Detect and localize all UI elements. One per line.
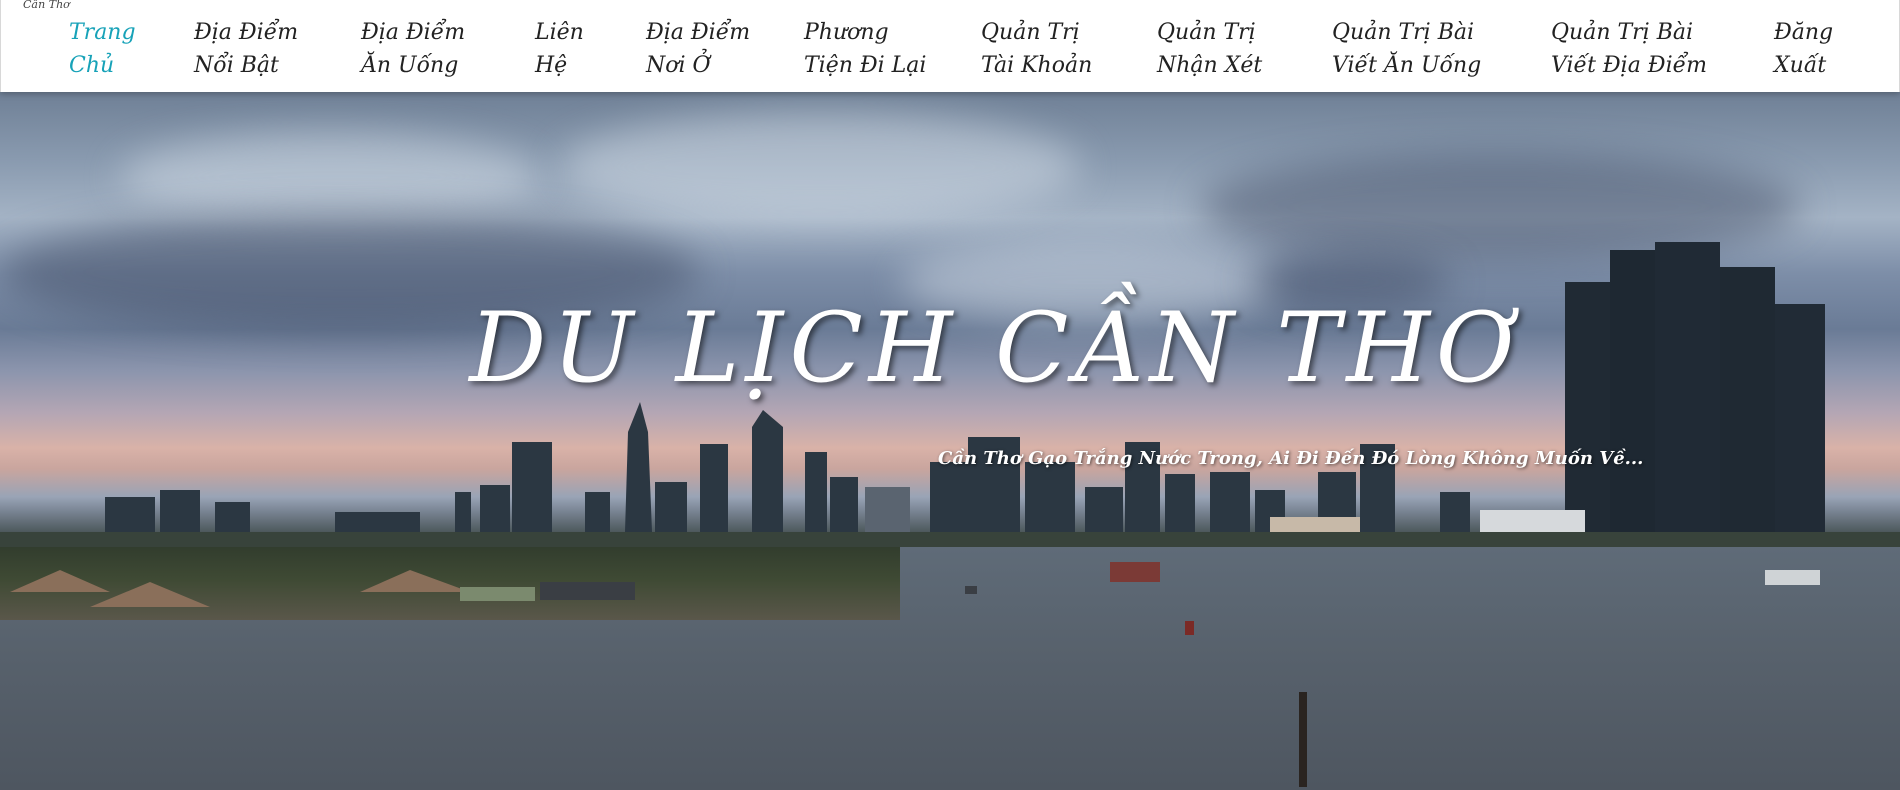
nav-item-label-line2: Tài Khoản bbox=[981, 53, 1093, 78]
nav-item-label-line2: Viết Ăn Uống bbox=[1332, 53, 1482, 78]
hero-banner: DU LỊCH CẦN THƠ Cần Thơ Gạo Trắng Nước T… bbox=[0, 92, 1900, 790]
boat bbox=[460, 587, 535, 601]
nav-item-label-line1: Trang bbox=[69, 20, 136, 45]
building bbox=[215, 502, 250, 532]
hero-title: DU LỊCH CẦN THƠ bbox=[469, 292, 1521, 404]
buoy bbox=[1185, 621, 1194, 635]
nav-item-label-line1: Phương bbox=[804, 20, 889, 45]
sand-pile bbox=[10, 570, 110, 592]
building bbox=[805, 452, 827, 536]
nav-item-dia-diem-noi-o[interactable]: Địa Điểm Nơi Ở bbox=[646, 16, 750, 82]
nav-item-label-line1: Quản Trị bbox=[1157, 20, 1256, 45]
building bbox=[865, 487, 910, 537]
nav-item-quan-tri-nhan-xet[interactable]: Quản Trị Nhận Xét bbox=[1157, 16, 1262, 82]
nav-item-label-line2: Tiện Đi Lại bbox=[804, 53, 927, 78]
nav-item-quan-tri-bai-viet-an-uong[interactable]: Quản Trị Bài Viết Ăn Uống bbox=[1332, 16, 1481, 82]
building bbox=[480, 485, 510, 535]
building bbox=[455, 492, 471, 534]
nav-item-phuong-tien-di-lai[interactable]: Phương Tiện Đi Lại bbox=[804, 16, 926, 82]
nav-item-label-line1: Quản Trị Bài bbox=[1551, 20, 1694, 45]
nav-item-label-line1: Quản Trị bbox=[981, 20, 1080, 45]
nav-item-label-line2: Nổi Bật bbox=[194, 53, 279, 78]
nav-item-quan-tri-bai-viet-dia-diem[interactable]: Quản Trị Bài Viết Địa Điểm bbox=[1551, 16, 1707, 82]
nav-item-label-line1: Địa Điểm bbox=[361, 20, 466, 45]
pole bbox=[1299, 692, 1307, 787]
tree-line bbox=[0, 532, 1900, 547]
boat bbox=[1110, 562, 1160, 582]
tower-bitexco bbox=[625, 402, 652, 532]
nav-item-label-line2: Nơi Ở bbox=[646, 53, 711, 78]
nav-item-lien-he[interactable]: Liên Hệ bbox=[535, 16, 584, 82]
building bbox=[1085, 487, 1123, 537]
site-logo-text[interactable]: Cần Thơ bbox=[23, 0, 70, 10]
building bbox=[105, 497, 155, 532]
building bbox=[160, 490, 200, 532]
sand-pile bbox=[360, 570, 470, 592]
hero-subtitle: Cần Thơ Gạo Trắng Nước Trong, Ai Đi Đến … bbox=[938, 448, 1644, 469]
building bbox=[700, 444, 728, 536]
building bbox=[1165, 474, 1195, 537]
nav-item-label-line1: Địa Điểm bbox=[646, 20, 751, 45]
nav-item-dang-xuat[interactable]: Đăng Xuất bbox=[1774, 16, 1833, 82]
nav-item-trang-chu[interactable]: Trang Chủ bbox=[69, 16, 136, 82]
nav-item-label-line2: Ăn Uống bbox=[361, 53, 459, 78]
building bbox=[585, 492, 610, 535]
nav-item-dia-diem-noi-bat[interactable]: Địa Điểm Nổi Bật bbox=[194, 16, 298, 82]
sand-pile bbox=[90, 582, 210, 607]
nav-item-label-line1: Liên bbox=[535, 20, 584, 45]
nav-item-label-line1: Đăng bbox=[1774, 20, 1834, 45]
boat bbox=[965, 586, 977, 594]
nav-item-dia-diem-an-uong[interactable]: Địa Điểm Ăn Uống bbox=[361, 16, 465, 82]
nav-item-label-line2: Viết Địa Điểm bbox=[1551, 53, 1707, 78]
building bbox=[1440, 492, 1470, 537]
building bbox=[1210, 472, 1250, 537]
building bbox=[752, 410, 783, 535]
boat bbox=[1765, 570, 1820, 585]
nav-item-label-line2: Nhận Xét bbox=[1157, 53, 1263, 78]
nav-item-label-line2: Chủ bbox=[69, 53, 115, 78]
building bbox=[655, 482, 687, 534]
nav-item-label-line1: Địa Điểm bbox=[194, 20, 299, 45]
nav-item-label-line1: Quản Trị Bài bbox=[1332, 20, 1475, 45]
building bbox=[930, 462, 968, 537]
boat bbox=[540, 582, 635, 600]
nav-item-label-line2: Xuất bbox=[1774, 53, 1827, 78]
nav-item-quan-tri-tai-khoan[interactable]: Quản Trị Tài Khoản bbox=[981, 16, 1092, 82]
top-navbar: Cần Thơ Trang Chủ Địa Điểm Nổi Bật Địa Đ… bbox=[0, 0, 1900, 92]
building bbox=[512, 442, 552, 535]
building bbox=[830, 477, 858, 537]
building bbox=[335, 512, 420, 534]
building bbox=[1025, 462, 1075, 537]
nav-item-label-line2: Hệ bbox=[535, 53, 568, 78]
city-skyline-image bbox=[0, 242, 1900, 787]
